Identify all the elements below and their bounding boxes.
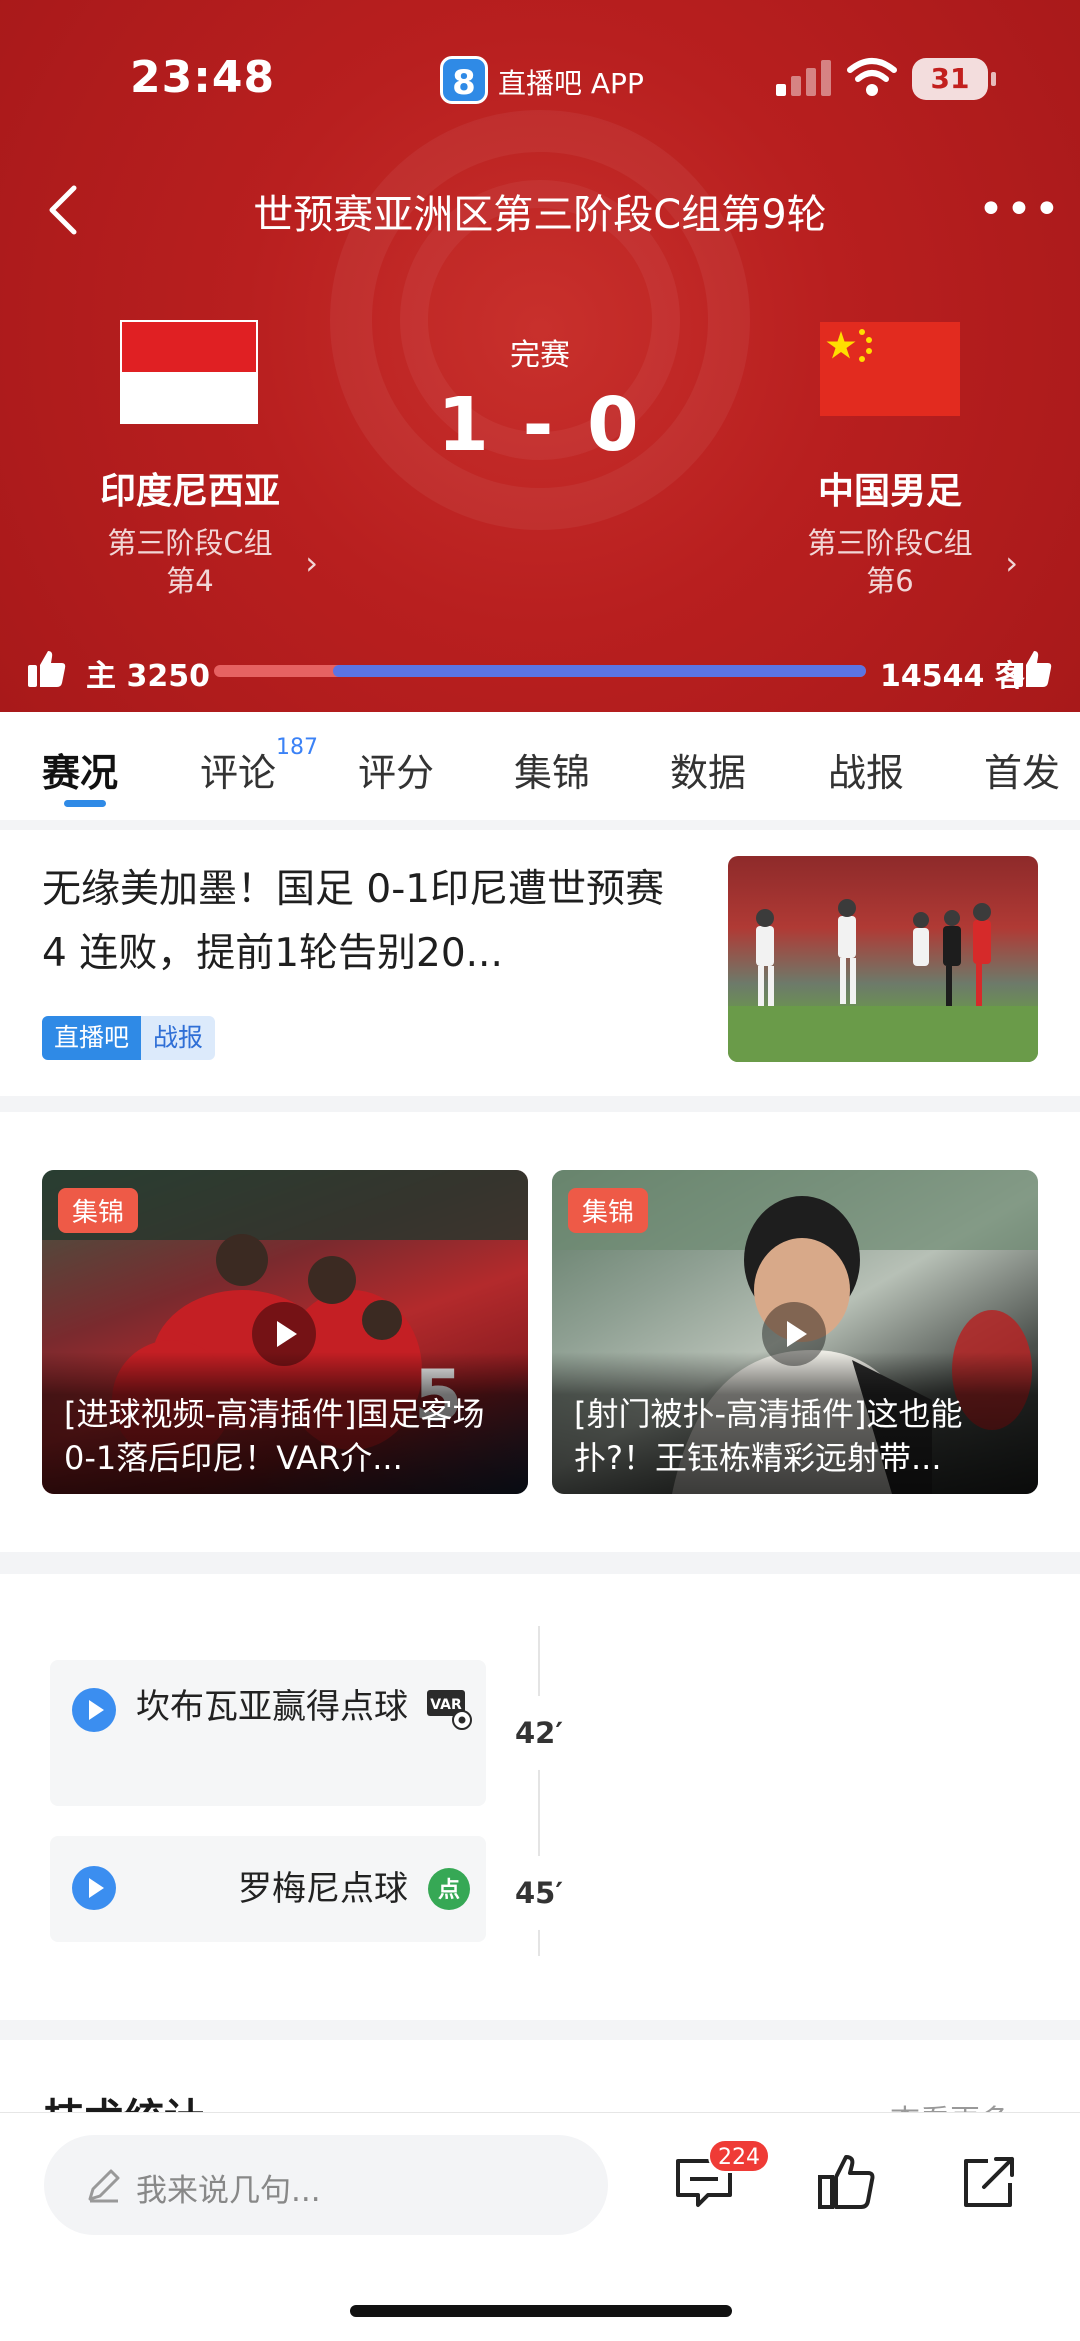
highlight-badge: 集锦 bbox=[568, 1188, 649, 1233]
highlight-badge: 集锦 bbox=[58, 1188, 139, 1233]
comment-input[interactable]: 我来说几句... bbox=[44, 2135, 608, 2235]
signal-icon bbox=[776, 60, 832, 96]
battery-indicator: 31 bbox=[912, 58, 996, 100]
app-logo-icon: 8 bbox=[440, 56, 488, 104]
tab-comments[interactable]: 评论187 bbox=[200, 735, 318, 797]
comment-count-badge: 187 bbox=[276, 735, 319, 761]
match-photo-image bbox=[728, 899, 1038, 1062]
play-icon[interactable] bbox=[72, 1866, 116, 1910]
share-icon[interactable] bbox=[958, 2149, 1022, 2213]
highlight-video-card[interactable]: 集锦 [射门被扑-高清插件]这也能扑?！王钰栋精彩远射带... bbox=[552, 1170, 1038, 1494]
match-events-timeline: 坎布瓦亚赢得点球 VAR 42′ 罗梅尼点球 点 45′ bbox=[0, 1574, 1080, 2020]
comment-placeholder: 我来说几句... bbox=[136, 2173, 321, 2209]
comment-count-badge: 224 bbox=[708, 2139, 770, 2173]
pencil-icon bbox=[88, 2169, 120, 2203]
highlights-section: 5 集锦 [进球视频-高清插件]国足客场0-1落后印尼！VAR介... 集锦 [… bbox=[0, 1112, 1080, 1552]
china-flag-icon[interactable] bbox=[820, 322, 960, 416]
bottom-action-bar: 我来说几句... 224 bbox=[0, 2112, 1080, 2341]
home-team-group: 第三阶段C组 bbox=[107, 526, 273, 560]
article-thumbnail[interactable] bbox=[728, 856, 1038, 1062]
home-vote-count: 主 3250 bbox=[86, 659, 210, 694]
match-header: 23:48 8 直播吧 APP 31 世预赛亚洲区第三阶段C组第9轮 ••• 印… bbox=[0, 0, 1080, 712]
home-indicator bbox=[350, 2305, 732, 2317]
app-name: 直播吧 APP bbox=[498, 67, 644, 100]
away-team-name[interactable]: 中国男足 bbox=[740, 462, 1040, 514]
tab-report[interactable]: 战报 bbox=[828, 742, 904, 797]
match-score: 1 - 0 bbox=[437, 382, 643, 468]
tab-label: 评分 bbox=[358, 751, 435, 795]
wifi-icon bbox=[847, 58, 897, 96]
chevron-right-icon: › bbox=[305, 544, 318, 582]
article-type-tag: 战报 bbox=[141, 1016, 216, 1060]
tab-label: 战报 bbox=[828, 751, 905, 795]
tab-label: 数据 bbox=[670, 751, 747, 795]
article-headline[interactable]: 无缘美加墨！国足 0-1印尼遭世预赛 4 连败，提前1轮告别20... bbox=[42, 858, 692, 986]
more-options-icon[interactable]: ••• bbox=[978, 184, 1062, 235]
page-title: 世预赛亚洲区第三阶段C组第9轮 bbox=[253, 192, 827, 238]
status-time: 23:48 bbox=[130, 52, 276, 103]
away-team-rank: 第6 bbox=[866, 564, 914, 598]
article-tag: 直播吧 战报 bbox=[42, 1016, 216, 1060]
event-minute: 45′ bbox=[508, 1862, 570, 1924]
away-thumbs-up-icon[interactable] bbox=[1012, 647, 1054, 689]
home-team-rank: 第4 bbox=[166, 564, 214, 598]
support-vote: 主 3250 14544 客 bbox=[0, 645, 1080, 705]
tab-bar: 赛况 评论187 评分 集锦 数据 战报 首发 bbox=[0, 712, 1080, 820]
active-tab-indicator bbox=[64, 800, 106, 807]
home-team-standing[interactable]: 第三阶段C组 第4 › bbox=[70, 524, 318, 600]
nav-bar: 世预赛亚洲区第三阶段C组第9轮 ••• bbox=[0, 170, 1080, 250]
away-team-standing[interactable]: 第三阶段C组 第6 › bbox=[770, 524, 1018, 600]
highlight-caption: [进球视频-高清插件]国足客场0-1落后印尼！VAR介... bbox=[42, 1352, 528, 1494]
away-vote-count: 14544 客 bbox=[880, 659, 1025, 694]
indonesia-flag-icon[interactable] bbox=[120, 320, 258, 424]
tab-label: 集锦 bbox=[514, 751, 591, 795]
tab-highlights[interactable]: 集锦 bbox=[514, 742, 590, 797]
home-thumbs-up-icon[interactable] bbox=[26, 647, 68, 689]
tab-live[interactable]: 赛况 bbox=[42, 742, 118, 797]
tab-ratings[interactable]: 评分 bbox=[358, 742, 434, 797]
away-team-group: 第三阶段C组 bbox=[807, 526, 973, 560]
play-icon[interactable] bbox=[72, 1688, 116, 1732]
tab-stats[interactable]: 数据 bbox=[670, 742, 746, 797]
event-card[interactable]: 罗梅尼点球 点 bbox=[50, 1836, 486, 1942]
vote-ratio-bar bbox=[214, 665, 866, 677]
back-arrow-icon[interactable] bbox=[36, 180, 96, 240]
away-vote-fill bbox=[333, 665, 866, 677]
tab-lineup[interactable]: 首发 bbox=[984, 742, 1060, 797]
home-team-name[interactable]: 印度尼西亚 bbox=[40, 462, 340, 514]
news-article-card[interactable]: 无缘美加墨！国足 0-1印尼遭世预赛 4 连败，提前1轮告别20... 直播吧 … bbox=[0, 830, 1080, 1096]
penalty-icon: 点 bbox=[428, 1868, 470, 1910]
event-text: 坎布瓦亚赢得点球 bbox=[136, 1687, 408, 1727]
var-icon: VAR bbox=[427, 1690, 472, 1730]
svg-text:VAR: VAR bbox=[430, 1697, 462, 1713]
article-source-tag: 直播吧 bbox=[42, 1016, 142, 1060]
tab-label: 首发 bbox=[984, 751, 1061, 795]
event-card[interactable]: 坎布瓦亚赢得点球 VAR bbox=[50, 1660, 486, 1806]
highlight-caption: [射门被扑-高清插件]这也能扑?！王钰栋精彩远射带... bbox=[552, 1352, 1038, 1494]
chevron-right-icon: › bbox=[1005, 544, 1018, 582]
tab-label: 赛况 bbox=[42, 751, 119, 795]
event-text: 罗梅尼点球 bbox=[238, 1869, 408, 1909]
status-bar: 23:48 8 直播吧 APP 31 bbox=[0, 40, 1080, 120]
match-status: 完赛 bbox=[510, 338, 570, 373]
highlight-video-card[interactable]: 5 集锦 [进球视频-高清插件]国足客场0-1落后印尼！VAR介... bbox=[42, 1170, 528, 1494]
tab-label: 评论 bbox=[200, 751, 277, 795]
event-minute: 42′ bbox=[508, 1702, 570, 1764]
like-icon[interactable] bbox=[814, 2149, 878, 2213]
svg-text:点: 点 bbox=[438, 1877, 460, 1903]
